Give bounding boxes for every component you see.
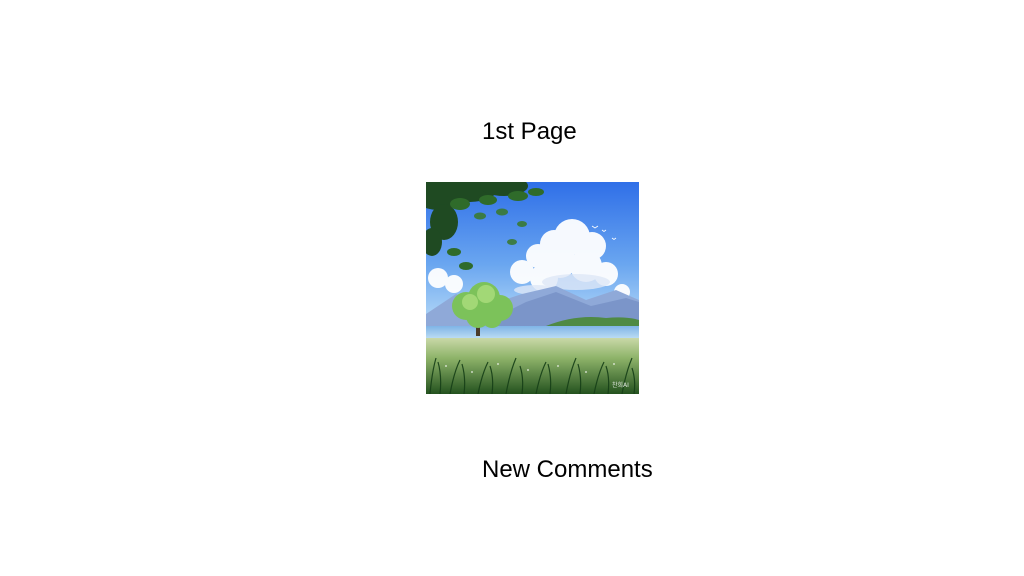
landscape-image: 찬희AI	[426, 182, 639, 394]
page-canvas: 1st Page 찬희AI New Comments	[0, 0, 1024, 576]
watermark-text: 찬희AI	[612, 381, 629, 389]
comments-heading: New Comments	[482, 456, 653, 483]
page-title: 1st Page	[482, 118, 577, 145]
